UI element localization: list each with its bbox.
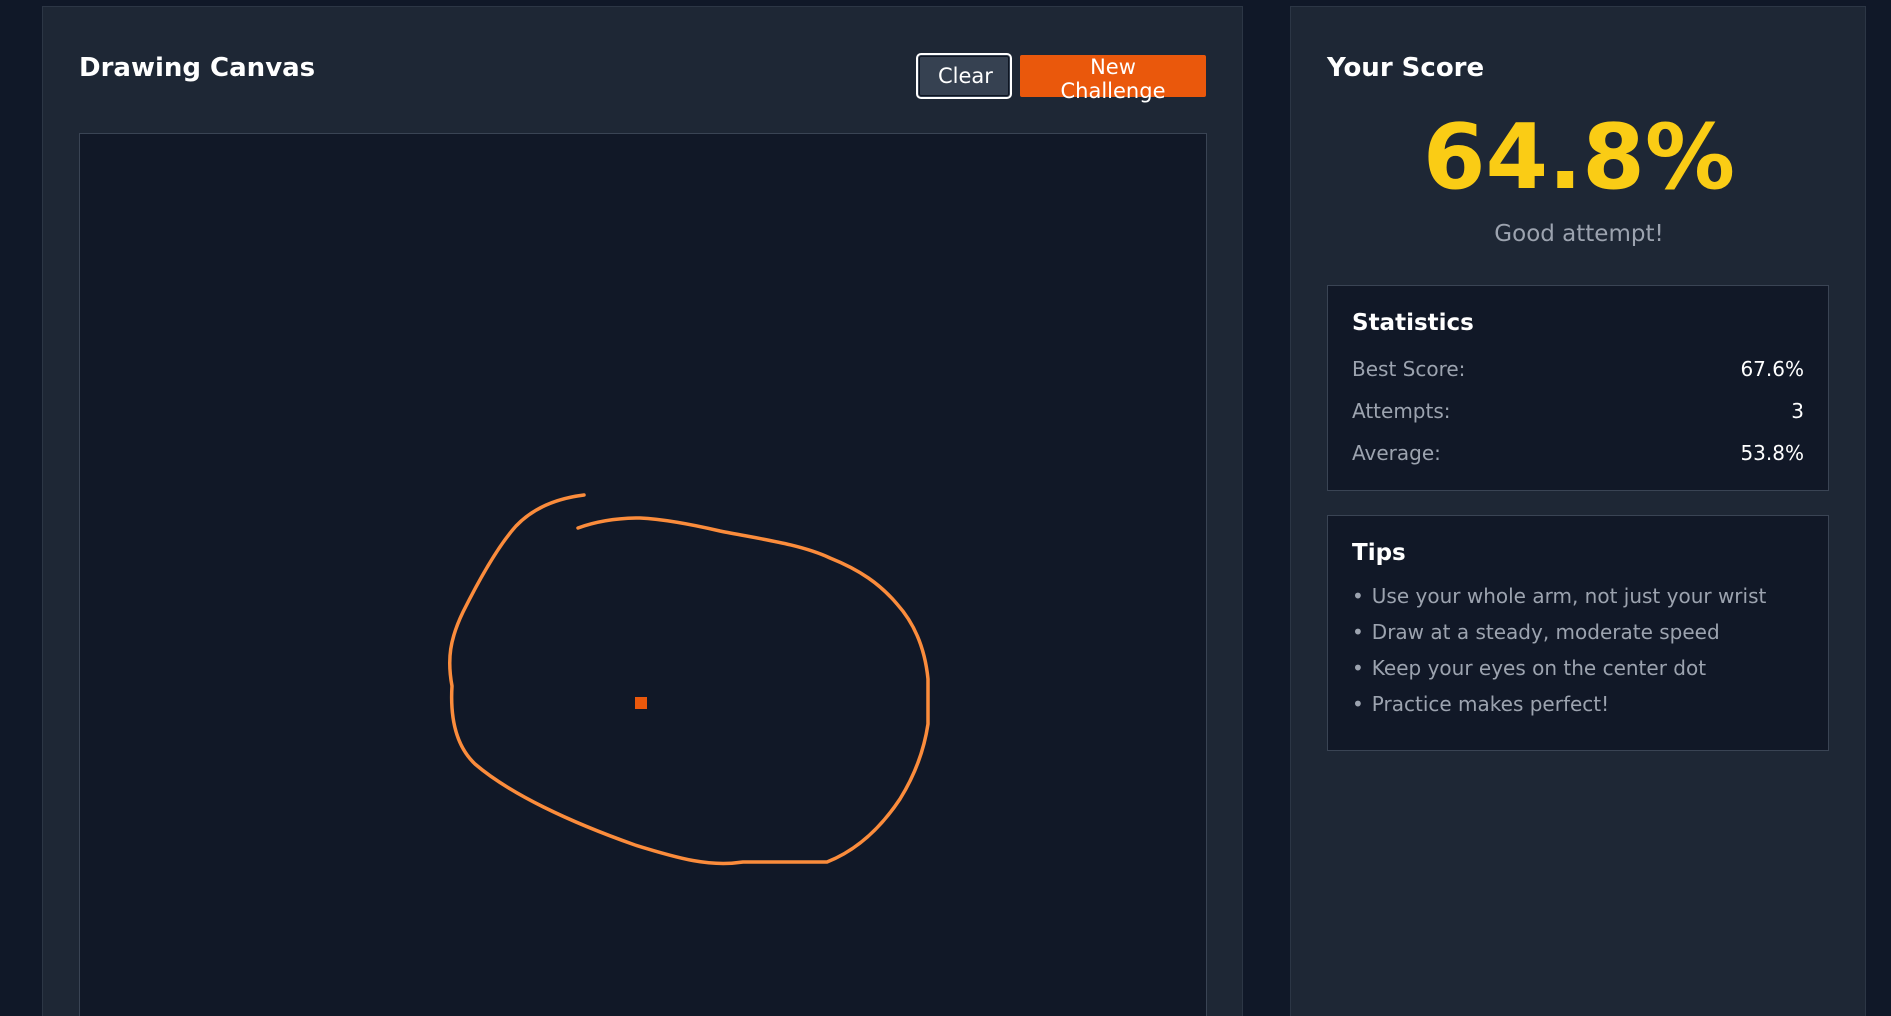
stat-row-attempts: Attempts: 3 <box>1352 390 1804 432</box>
stat-label: Best Score: <box>1352 357 1466 381</box>
tips-card: Tips Use your whole arm, not just your w… <box>1327 515 1829 751</box>
drawing-surface <box>447 493 930 866</box>
stat-label: Average: <box>1352 441 1441 465</box>
canvas-controls: Clear New Challenge <box>916 53 1206 103</box>
stat-value: 67.6% <box>1740 357 1804 381</box>
clear-button[interactable]: Clear <box>916 53 1012 99</box>
score-value: 64.8% <box>1422 105 1736 210</box>
stat-row-best-score: Best Score: 67.6% <box>1352 348 1804 390</box>
stat-value: 53.8% <box>1740 441 1804 465</box>
drawing-panel-title: Drawing Canvas <box>79 53 316 83</box>
score-panel-title: Your Score <box>1327 53 1485 83</box>
new-challenge-button[interactable]: New Challenge <box>1020 55 1206 103</box>
score-message: Good attempt! <box>1494 221 1664 247</box>
stat-row-average: Average: 53.8% <box>1352 432 1804 474</box>
drawn-stroke <box>447 493 930 866</box>
tip-item: Use your whole arm, not just your wrist <box>1352 578 1804 614</box>
tips-title: Tips <box>1352 540 1406 566</box>
tip-item: Keep your eyes on the center dot <box>1352 650 1804 686</box>
tip-item: Practice makes perfect! <box>1352 686 1804 722</box>
center-dot <box>635 697 647 709</box>
score-panel: Your Score 64.8% Good attempt! Statistic… <box>1290 6 1866 1016</box>
stat-label: Attempts: <box>1352 399 1451 423</box>
app-page: Drawing Canvas Clear New Challenge Your … <box>0 0 1891 1016</box>
statistics-card: Statistics Best Score: 67.6% Attempts: 3… <box>1327 285 1829 491</box>
drawing-canvas[interactable] <box>79 133 1207 1016</box>
tip-item: Draw at a steady, moderate speed <box>1352 614 1804 650</box>
statistics-title: Statistics <box>1352 310 1474 336</box>
tips-list: Use your whole arm, not just your wrist … <box>1352 578 1804 722</box>
drawing-panel: Drawing Canvas Clear New Challenge <box>42 6 1243 1016</box>
stat-value: 3 <box>1791 399 1804 423</box>
